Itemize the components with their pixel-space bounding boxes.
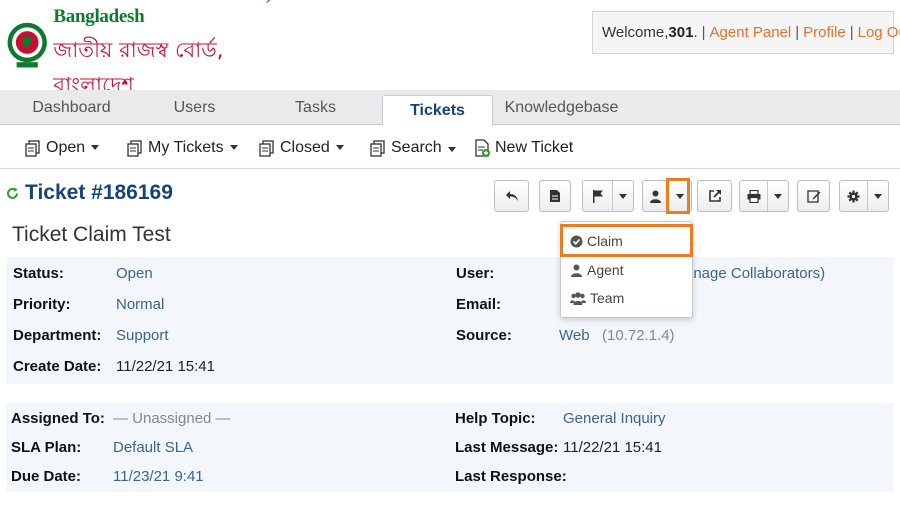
chevron-down-icon — [619, 193, 628, 199]
priority-label: Priority: — [13, 296, 71, 313]
tab-knowledgebase[interactable]: Knowledgebase — [500, 90, 623, 125]
assign-dropdown-menu: Claim Agent Team — [560, 221, 693, 318]
claim-highlight — [560, 224, 693, 257]
help-topic-value[interactable]: General Inquiry — [563, 410, 666, 427]
welcome-sep: | — [849, 24, 854, 41]
header: National Board of Revenue, Bangladesh জা… — [0, 0, 900, 97]
nbr-seal-icon — [7, 22, 47, 67]
logo-name-en: National Board of Revenue, Bangladesh — [53, 0, 270, 27]
status-value: Open — [116, 265, 153, 282]
users-icon — [570, 291, 586, 305]
assign-caret-highlight — [666, 178, 690, 214]
chevron-down-icon — [774, 193, 783, 199]
subnav-my-tickets[interactable]: My Tickets — [126, 126, 238, 169]
last-message-label: Last Message: — [455, 439, 559, 456]
welcome-dot: . — [693, 24, 698, 41]
subnav-closed[interactable]: Closed — [258, 126, 344, 169]
logout-link[interactable]: Log Out — [858, 24, 900, 41]
share-icon — [708, 190, 721, 202]
subnav-my-tickets-label: My Tickets — [148, 138, 224, 156]
status-label: Status: — [13, 265, 64, 282]
subnav-open[interactable]: Open — [24, 126, 100, 169]
subnav-open-label: Open — [46, 138, 86, 156]
welcome-sep: | — [701, 24, 706, 41]
copy-icon — [127, 139, 142, 157]
create-date-label: Create Date: — [13, 358, 102, 375]
user-icon — [650, 190, 662, 203]
tab-tickets[interactable]: Tickets — [382, 95, 493, 126]
ticket-subnav: Open My Tickets Closed Search New Ticket — [0, 126, 900, 169]
reply-button[interactable] — [494, 180, 529, 212]
create-date-value: 11/22/21 15:41 — [116, 358, 215, 375]
menu-item-agent-label: Agent — [587, 262, 624, 278]
subnav-new-ticket-label: New Ticket — [495, 138, 574, 156]
chevron-down-icon — [447, 147, 456, 152]
reply-icon — [505, 191, 518, 201]
department-label: Department: — [13, 327, 102, 344]
printer-icon — [747, 189, 761, 203]
ticket-details-panel: Status: Open Priority: Normal Department… — [6, 257, 894, 384]
subnav-new-ticket[interactable]: New Ticket — [473, 126, 573, 169]
assigned-to-label: Assigned To: — [11, 410, 105, 427]
copy-icon — [25, 139, 40, 157]
nbr-logo[interactable]: National Board of Revenue, Bangladesh জা… — [6, 0, 290, 97]
welcome-box: Welcome, 301 . | Agent Panel | Profile |… — [592, 11, 900, 54]
ticket-assignment-panel: Assigned To: — Unassigned — SLA Plan: De… — [6, 403, 894, 492]
ticket-title[interactable]: Ticket #186169 — [6, 179, 173, 207]
menu-item-team-label: Team — [590, 290, 625, 306]
sla-plan-label: SLA Plan: — [11, 439, 82, 456]
agent-panel-link[interactable]: Agent Panel — [710, 24, 792, 41]
department-value: Support — [116, 327, 169, 344]
chevron-down-icon — [335, 145, 344, 150]
chevron-down-icon — [874, 193, 883, 199]
chevron-down-icon — [91, 145, 100, 150]
print-ticket-button[interactable] — [539, 180, 571, 212]
due-date-label: Due Date: — [11, 468, 82, 485]
manage-collaborators-link[interactable]: anage Collaborators) — [685, 265, 825, 282]
welcome-prefix: Welcome, — [602, 24, 669, 41]
help-topic-label: Help Topic: — [455, 410, 536, 427]
sla-plan-value[interactable]: Default SLA — [113, 439, 193, 456]
priority-value: Normal — [116, 296, 165, 313]
tab-tasks[interactable]: Tasks — [254, 90, 377, 125]
transfer-button[interactable] — [697, 180, 732, 212]
source-label: Source: — [456, 327, 512, 344]
ticket-number: Ticket #186169 — [25, 181, 173, 204]
gear-icon — [847, 190, 860, 202]
user-label: User: — [456, 265, 495, 282]
new-ticket-icon — [475, 138, 490, 157]
email-label: Email: — [456, 296, 502, 313]
copy-icon — [370, 139, 385, 157]
subnav-search-label: Search — [391, 138, 442, 156]
subnav-closed-label: Closed — [280, 138, 330, 156]
menu-item-team[interactable]: Team — [561, 284, 692, 312]
settings-dropdown-button[interactable] — [839, 180, 889, 212]
copy-icon — [259, 139, 274, 157]
flag-dropdown-button[interactable] — [582, 180, 634, 212]
main-tabs: Dashboard Users Tasks Tickets Knowledgeb… — [0, 90, 900, 126]
user-icon — [571, 264, 582, 277]
profile-link[interactable]: Profile — [803, 24, 846, 41]
ticket-subject: Ticket Claim Test — [12, 223, 171, 246]
refresh-icon[interactable] — [6, 187, 19, 200]
edit-button[interactable] — [797, 180, 830, 212]
edit-icon — [806, 190, 820, 203]
document-icon — [550, 190, 560, 202]
tab-users[interactable]: Users — [133, 90, 256, 125]
print-dropdown-button[interactable] — [739, 180, 789, 212]
menu-item-agent[interactable]: Agent — [561, 256, 692, 284]
last-message-value: 11/22/21 15:41 — [563, 439, 662, 456]
source-ip: (10.72.1.4) — [602, 327, 675, 344]
welcome-sep: | — [795, 24, 800, 41]
source-value: Web — [559, 327, 590, 344]
welcome-user: 301 — [668, 24, 694, 41]
due-date-value: 11/23/21 9:41 — [113, 468, 204, 485]
tab-dashboard[interactable]: Dashboard — [10, 90, 133, 125]
last-response-label: Last Response: — [455, 468, 567, 485]
assigned-to-value: — Unassigned — — [113, 410, 231, 427]
subnav-search[interactable]: Search — [369, 126, 456, 169]
chevron-down-icon — [229, 145, 238, 150]
flag-icon — [592, 190, 603, 203]
